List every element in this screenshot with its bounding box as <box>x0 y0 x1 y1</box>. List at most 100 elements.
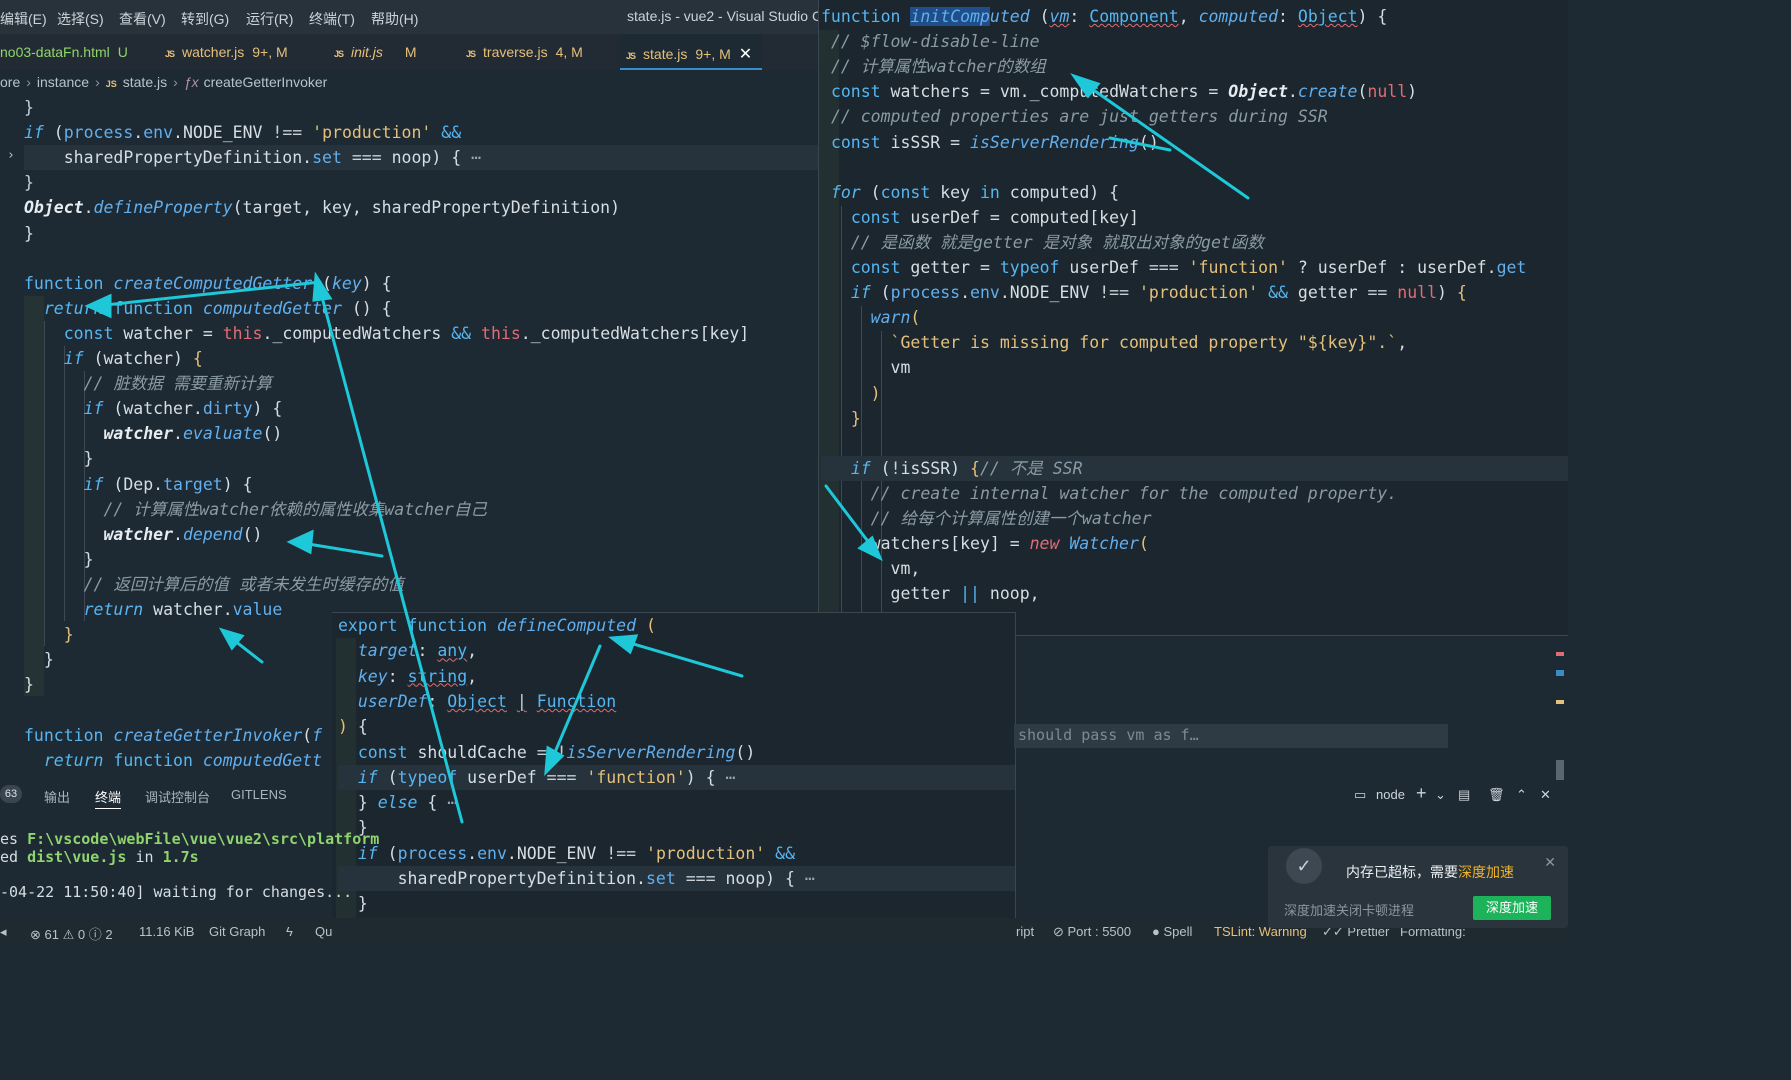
terminal-output[interactable]: es F:\vscode\webFile\vue\vue2\src\platfo… <box>0 826 379 916</box>
code-line: } <box>338 818 368 838</box>
terminal-line: es F:\vscode\webFile\vue\vue2\src\platfo… <box>0 830 379 848</box>
split-terminal-icon[interactable]: ▤ <box>1458 787 1470 803</box>
breadcrumb-symbol[interactable]: createGetterInvoker <box>204 74 328 90</box>
close-panel-icon[interactable]: ✕ <box>1540 787 1551 803</box>
code-line: ) { <box>338 717 368 737</box>
code-line: // 计算属性watcher依赖的属性收集watcher自己 <box>103 499 487 519</box>
code-line: key: string, <box>357 666 478 686</box>
code-line: } else { ⋯ <box>338 793 458 813</box>
code-line: vm, <box>821 559 921 579</box>
overview-ruler[interactable] <box>1552 640 1568 780</box>
tab-debug-console[interactable]: 调试控制台 <box>145 787 210 806</box>
notification-text: 内存已超标，需要 <box>1346 864 1458 880</box>
code-line: } <box>338 894 368 914</box>
code-line: if (watcher) { <box>63 349 203 368</box>
code-line: watcher.depend() <box>103 524 263 544</box>
js-file-icon: JS <box>466 49 476 59</box>
code-line: if (process.env.NODE_ENV !== 'production… <box>357 843 796 863</box>
js-file-icon: JS <box>165 49 175 59</box>
close-icon[interactable]: ✕ <box>739 46 752 63</box>
breadcrumb: ore › instance › JS state.js › ƒx createGetterIn… <box>0 70 820 96</box>
code-line: export function defineComputed ( <box>338 616 656 635</box>
notification-title: 内存已超标，需要深度加速 <box>1346 862 1514 882</box>
peek-definition-pane[interactable]: export function defineComputed ( target:… <box>332 612 1016 946</box>
tab-status: 9+, M <box>252 44 288 60</box>
breadcrumb-instance[interactable]: instance <box>37 74 89 90</box>
tab-watcher-js[interactable]: JS watcher.js 9+, M <box>165 34 288 70</box>
code-line: const watcher = this._computedWatchers &… <box>63 323 750 343</box>
menu-go[interactable]: 转到(G) <box>181 9 229 29</box>
menu-edit[interactable]: 编辑(E) <box>0 9 47 29</box>
tab-status: U <box>117 44 128 60</box>
lightning-icon[interactable]: ϟ <box>286 924 293 939</box>
status-item-language[interactable]: ript <box>1016 924 1034 939</box>
close-icon[interactable]: ✕ <box>1544 854 1556 871</box>
window-title: state.js - vue2 - Visual Studio Coc <box>627 8 837 24</box>
menu-view[interactable]: 查看(V) <box>119 9 166 29</box>
tab-status: 4, M <box>555 44 583 60</box>
code-line: const isSSR = isServerRendering() <box>830 132 1159 152</box>
editor-side-pane[interactable]: function initComputed (vm: Component, co… <box>818 0 1568 636</box>
tab-status: M <box>404 44 417 60</box>
tab-output[interactable]: 输出 <box>44 787 70 806</box>
menu-terminal[interactable]: 终端(T) <box>309 9 355 29</box>
add-terminal-icon[interactable]: + <box>1416 783 1427 804</box>
breadcrumb-core[interactable]: ore <box>0 74 20 90</box>
notification-accent[interactable]: 深度加速 <box>1458 864 1514 880</box>
error-count: 61 <box>44 927 59 942</box>
code-line: sharedPropertyDefinition.set === noop) {… <box>24 145 820 171</box>
git-graph-button[interactable]: Git Graph <box>209 924 265 939</box>
code-line: } <box>24 449 94 469</box>
js-file-icon: JS <box>334 49 344 59</box>
terminal-kind[interactable]: node <box>1376 787 1405 802</box>
tab-label: state.js <box>643 46 688 62</box>
remote-icon[interactable]: ◂ <box>0 924 7 940</box>
speedup-button[interactable]: 深度加速 <box>1473 896 1551 920</box>
chevron-right-icon: › <box>95 74 100 90</box>
js-file-icon: JS <box>626 51 636 61</box>
code-line: } <box>850 408 861 428</box>
scroll-marker <box>1556 670 1564 676</box>
code-line: Object.defineProperty(target, key, share… <box>24 198 621 218</box>
code-line: for (const key in computed) { <box>830 182 1120 202</box>
code-line: function createComputedGetter (key) { <box>24 273 392 293</box>
menu-selection[interactable]: 选择(S) <box>57 9 104 29</box>
live-server-port[interactable]: ⊘ Port : 5500 <box>1053 924 1131 940</box>
code-line: } <box>24 549 94 569</box>
term-text: es <box>0 830 28 848</box>
tab-init-js[interactable]: JS init.js M <box>334 34 417 70</box>
problems-badge[interactable]: 63 <box>0 785 22 803</box>
status-item-qu[interactable]: Qu <box>315 924 332 939</box>
code-line: // 是函数 就是getter 是对象 就取出对象的get函数 <box>850 232 1264 252</box>
warning-marker <box>1556 700 1564 704</box>
code-line: watchers[key] = new Watcher( <box>821 534 1149 554</box>
tab-state-js[interactable]: JS state.js 9+, M ✕ <box>620 34 762 70</box>
trash-icon[interactable]: 🗑 <box>1488 787 1505 803</box>
code-line: if (process.env.NODE_ENV !== 'production… <box>24 123 462 143</box>
scrollbar-thumb[interactable] <box>1556 760 1564 780</box>
tab-gitlens[interactable]: GITLENS <box>231 787 287 802</box>
code-line: // 给每个计算属性创建一个watcher <box>870 509 1152 528</box>
menu-run[interactable]: 运行(R) <box>246 9 293 29</box>
tab-terminal[interactable]: 终端 <box>95 787 122 809</box>
spell-check[interactable]: ● Spell <box>1152 924 1192 939</box>
term-time: 1.7s <box>162 848 199 866</box>
code-line: // 计算属性watcher的数组 <box>830 57 1046 77</box>
warning-count: 0 <box>77 927 86 942</box>
tab-traverse-js[interactable]: JS traverse.js 4, M <box>466 34 583 70</box>
breadcrumb-file[interactable]: state.js <box>123 74 167 90</box>
chevron-down-icon[interactable]: ⌄ <box>1435 787 1446 803</box>
chevron-up-icon[interactable]: ⌃ <box>1516 787 1527 803</box>
menu-help[interactable]: 帮助(H) <box>371 9 418 29</box>
port-label: Port : 5500 <box>1067 924 1132 939</box>
function-icon: ƒx <box>183 74 199 90</box>
fold-chevron-icon[interactable]: › <box>7 148 15 163</box>
problems-status[interactable]: ⊗ 61 ⚠ 0 ⓘ 2 <box>30 924 113 943</box>
code-line: getter || noop, <box>821 584 1040 604</box>
error-marker <box>1556 652 1564 656</box>
code-line: watcher.evaluate() <box>103 424 283 444</box>
code-line: return function computedGetter () { <box>43 298 392 318</box>
tab-no03-datafn[interactable]: no03-dataFn.html U <box>0 34 128 70</box>
